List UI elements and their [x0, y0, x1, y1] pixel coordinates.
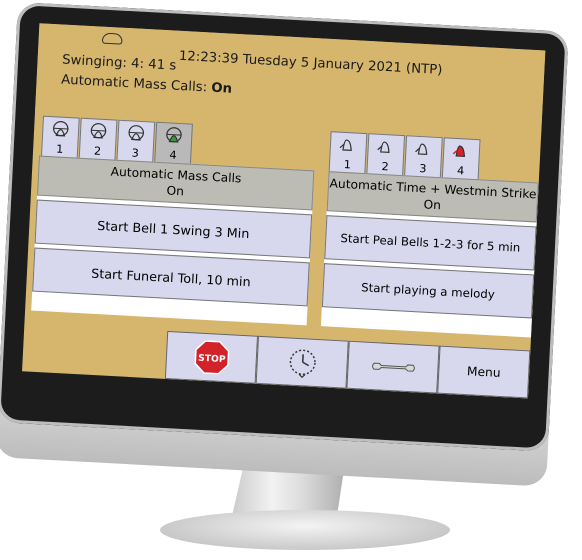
- bell-wheel-icon: [90, 123, 107, 139]
- swing-bell-tab-2[interactable]: 2: [78, 117, 118, 162]
- mass-calls-status: Automatic Mass Calls: On: [60, 72, 233, 97]
- bell-hammer-icon: [339, 139, 352, 151]
- strike-bell-tab-4[interactable]: 4: [441, 137, 481, 182]
- panel-header[interactable]: Automatic Time + Westmin Strike On: [326, 171, 539, 223]
- monitor-stand-base: [160, 510, 450, 550]
- bell-hammer-icon: [415, 143, 428, 156]
- wrench-icon: [371, 362, 415, 372]
- swing-bell-tab-4[interactable]: 4: [154, 121, 193, 166]
- strike-bell-tab-2[interactable]: 2: [366, 133, 406, 178]
- tab-number: 3: [131, 146, 140, 160]
- cloud-icon: [101, 32, 123, 45]
- strike-bell-tab-1[interactable]: 1: [328, 131, 368, 176]
- settings-button[interactable]: [346, 340, 440, 394]
- swinging-status: Swinging: 4: 41 s: [61, 52, 177, 74]
- strike-bell-tab-3[interactable]: 3: [404, 135, 443, 180]
- tab-number: 3: [418, 162, 427, 176]
- bell-controller-screen: 12:23:39 Tuesday 5 January 2021 (NTP) Sw…: [22, 23, 546, 399]
- bell-wheel-active-icon: [166, 127, 182, 143]
- start-melody-button[interactable]: Start playing a melody: [321, 263, 535, 319]
- stop-sign-icon: STOP: [193, 340, 229, 375]
- swing-bell-tab-3[interactable]: 3: [116, 119, 156, 164]
- schedule-button[interactable]: [255, 335, 349, 389]
- strike-bell-panel: Automatic Time + Westmin Strike On Start…: [320, 171, 539, 338]
- tab-number: 1: [343, 157, 352, 172]
- monitor: 12:23:39 Tuesday 5 January 2021 (NTP) Sw…: [0, 2, 582, 504]
- swing-bell-panel: Automatic Mass Calls On Start Bell 1 Swi…: [31, 155, 315, 326]
- clock-icon: [289, 349, 316, 379]
- tab-number: 2: [93, 144, 102, 158]
- bell-wheel-icon: [52, 121, 69, 137]
- swing-bell-tab-1[interactable]: 1: [40, 115, 80, 160]
- bell-hammer-icon: [377, 141, 390, 153]
- bell-hammer-alert-icon: [452, 145, 466, 158]
- stop-button[interactable]: STOP: [164, 330, 259, 384]
- start-peal-bells-button[interactable]: Start Peal Bells 1-2-3 for 5 min: [324, 215, 537, 271]
- tab-number: 1: [55, 142, 64, 156]
- clock-readout: 12:23:39 Tuesday 5 January 2021 (NTP): [178, 48, 443, 79]
- start-funeral-toll-button[interactable]: Start Funeral Toll, 10 min: [32, 247, 310, 307]
- menu-button[interactable]: Menu: [437, 345, 531, 399]
- tab-number: 4: [456, 164, 465, 178]
- tab-number: 2: [381, 159, 390, 174]
- tab-number: 4: [169, 148, 177, 162]
- stop-label: STOP: [197, 354, 225, 365]
- bell-wheel-icon: [128, 125, 145, 141]
